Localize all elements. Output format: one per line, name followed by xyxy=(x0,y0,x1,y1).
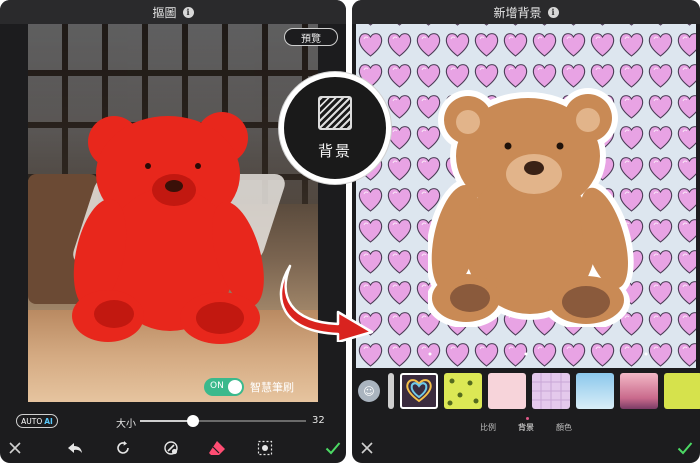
background-thumbnail-strip: ☺ xyxy=(352,371,700,413)
preview-button[interactable]: 預覽 xyxy=(284,28,338,46)
auto-ai-suffix: AI xyxy=(44,416,53,426)
toggle-state-label: ON xyxy=(210,381,224,391)
rainbow-heart-thumbnail[interactable] xyxy=(400,373,438,409)
yellow-green-thumbnail[interactable] xyxy=(664,373,700,409)
undo-icon[interactable] xyxy=(66,439,84,457)
brush-size-slider-fill xyxy=(140,420,194,422)
tab-ratio[interactable]: 比例 xyxy=(480,422,496,433)
smart-brush-toggle[interactable]: ON xyxy=(204,378,244,396)
info-icon[interactable]: i xyxy=(182,6,194,18)
background-zoom-callout: 背景 xyxy=(279,72,391,184)
auto-ai-prefix: AUTO xyxy=(21,416,43,426)
brush-size-slider[interactable] xyxy=(140,415,306,427)
close-icon[interactable] xyxy=(6,439,24,457)
tab-color[interactable]: 顏色 xyxy=(556,422,572,433)
cutout-title-bar: 摳圖 i xyxy=(0,0,346,24)
close-icon[interactable] xyxy=(358,439,376,457)
redo-icon[interactable] xyxy=(114,439,132,457)
zoom-callout-label: 背景 xyxy=(317,141,352,160)
cutout-teddy-bear[interactable] xyxy=(428,82,638,327)
smart-brush-label: 智慧筆刷 xyxy=(250,381,294,394)
smart-brush-toggle-group: ON 智慧筆刷 xyxy=(204,378,294,396)
transition-arrow-icon xyxy=(279,264,374,342)
auto-ai-button[interactable]: AUTO AI xyxy=(16,414,58,428)
red-masked-bear xyxy=(72,112,264,344)
add-background-screen: 新增背景 i ☺ 比例 背景 顏色 xyxy=(352,0,700,463)
info-icon[interactable]: i xyxy=(547,6,559,18)
brush-size-label: 大小 xyxy=(116,419,136,430)
brush-controls: AUTO AI 大小 32 xyxy=(0,410,346,432)
striped-thumbnail[interactable] xyxy=(388,373,394,409)
cutout-bottom-toolbar xyxy=(0,433,346,463)
background-bottom-toolbar xyxy=(352,433,700,463)
brush-size-value: 32 xyxy=(312,415,325,426)
active-tab-indicator xyxy=(526,417,529,420)
canvas-indicator-dots xyxy=(428,352,648,356)
lime-pattern-thumbnail[interactable] xyxy=(444,373,482,409)
background-title-bar: 新增背景 i xyxy=(352,0,700,24)
cutout-screen: 摳圖 i 預覽 ON 智慧筆刷 AUTO AI 大小 32 xyxy=(0,0,346,463)
avatar-thumbnail[interactable]: ☺ xyxy=(358,380,380,402)
confirm-check-icon[interactable] xyxy=(676,439,694,457)
background-canvas[interactable] xyxy=(356,24,696,368)
page-title: 摳圖 xyxy=(152,5,177,20)
brush-size-slider-handle[interactable] xyxy=(187,415,200,427)
toggle-knob xyxy=(228,380,242,394)
comparison-stage: 摳圖 i 預覽 ON 智慧筆刷 AUTO AI 大小 32 新增背景 i ☺ 比… xyxy=(0,0,700,463)
cutout-photo[interactable]: ON 智慧筆刷 xyxy=(28,24,318,402)
sky-clouds-thumbnail[interactable] xyxy=(576,373,614,409)
tab-background[interactable]: 背景 xyxy=(518,422,534,433)
pink-dots-thumbnail[interactable] xyxy=(488,373,526,409)
brush-restore-icon[interactable] xyxy=(162,439,180,457)
selection-icon[interactable] xyxy=(256,439,274,457)
background-pattern-icon xyxy=(318,95,352,130)
confirm-check-icon[interactable] xyxy=(324,439,342,457)
eraser-icon[interactable] xyxy=(208,439,226,457)
lavender-grid-thumbnail[interactable] xyxy=(532,373,570,409)
page-title: 新增背景 xyxy=(493,5,542,20)
pink-gradient-thumbnail[interactable] xyxy=(620,373,658,409)
